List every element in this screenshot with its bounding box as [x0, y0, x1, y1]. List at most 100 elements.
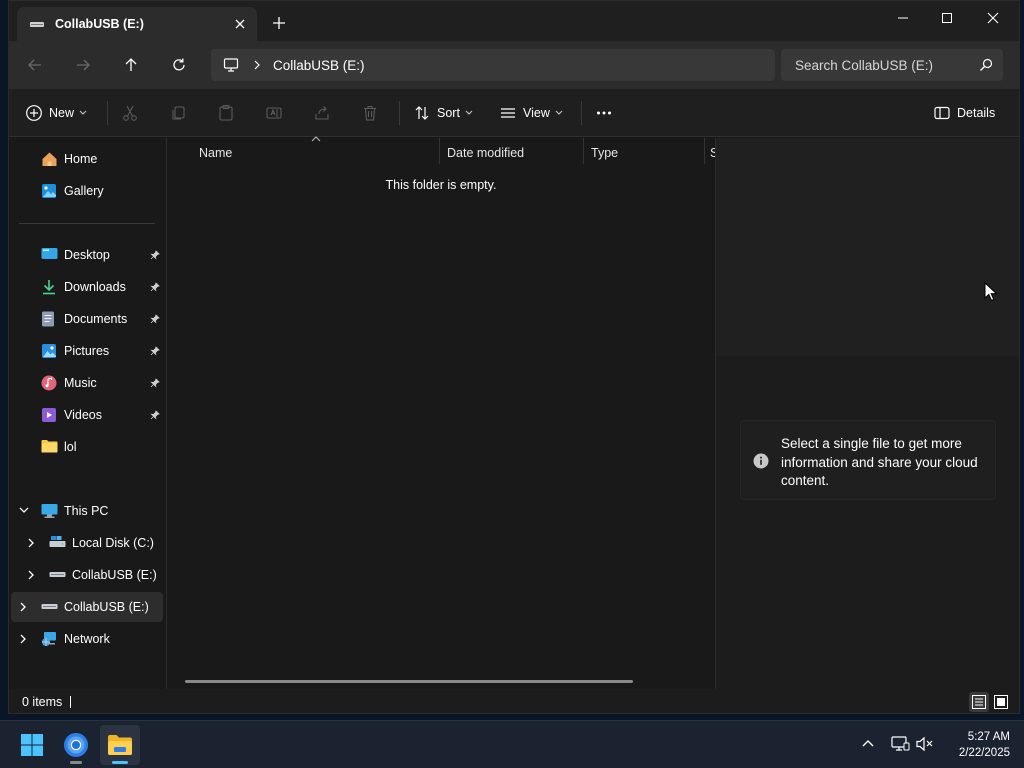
toolbar-divider: [581, 101, 582, 125]
pin-icon[interactable]: [150, 378, 160, 388]
pin-icon[interactable]: [150, 410, 160, 420]
tiles-view-icon: [994, 695, 1008, 709]
file-explorer-icon: [107, 733, 133, 757]
address-bar[interactable]: CollabUSB (E:): [211, 49, 775, 81]
details-view-icon: [972, 695, 986, 709]
column-header-name[interactable]: Name: [199, 142, 232, 164]
sidebar-item-label: Gallery: [64, 184, 104, 198]
minimize-button[interactable]: [881, 7, 925, 29]
column-header-date-modified[interactable]: Date modified: [447, 142, 524, 164]
forward-button[interactable]: [73, 55, 93, 75]
sort-button[interactable]: Sort: [413, 101, 473, 125]
details-view-button[interactable]: [969, 692, 989, 712]
toolbar-divider: [399, 101, 400, 125]
horizontal-scrollbar[interactable]: [185, 680, 633, 683]
copy-button[interactable]: [169, 101, 187, 125]
cut-button[interactable]: [121, 101, 139, 125]
sidebar-item-documents[interactable]: Documents: [9, 304, 165, 334]
tiles-view-button[interactable]: [991, 692, 1011, 712]
this-pc-icon[interactable]: [223, 57, 239, 73]
folder-icon: [41, 439, 58, 453]
clock-time: 5:27 AM: [967, 731, 1010, 743]
sidebar-item-collabusb-selected[interactable]: CollabUSB (E:): [11, 592, 163, 622]
new-tab-icon[interactable]: [271, 15, 287, 31]
start-button[interactable]: [12, 725, 52, 765]
view-label: View: [523, 106, 550, 120]
sidebar-divider: [19, 223, 155, 224]
network-status-icon[interactable]: [890, 735, 910, 753]
search-input[interactable]: Search CollabUSB (E:): [781, 49, 1003, 81]
add-icon: [25, 104, 43, 122]
chevron-right-icon[interactable]: [27, 570, 35, 580]
sidebar-item-lol[interactable]: lol: [9, 432, 165, 462]
title-bar: CollabUSB (E:): [9, 1, 1019, 41]
sidebar-item-label: Local Disk (C:): [72, 536, 154, 550]
sort-icon: [413, 104, 431, 122]
share-button[interactable]: [313, 101, 331, 125]
sidebar-item-network[interactable]: Network: [9, 624, 165, 654]
sidebar-item-label: Downloads: [64, 280, 126, 294]
sidebar-item-videos[interactable]: Videos: [9, 400, 165, 430]
network-icon: [41, 631, 58, 647]
sidebar-item-this-pc[interactable]: This PC: [9, 496, 165, 526]
breadcrumb-chevron-icon[interactable]: [253, 60, 261, 70]
file-list-pane[interactable]: Name Date modified Type S This folder is…: [167, 136, 715, 689]
breadcrumb-item[interactable]: CollabUSB (E:): [273, 58, 365, 73]
chevron-up-icon[interactable]: [861, 738, 875, 748]
column-header-type[interactable]: Type: [591, 142, 618, 164]
new-label: New: [49, 106, 75, 120]
chevron-down-icon: [465, 110, 473, 116]
paste-button[interactable]: [217, 101, 235, 125]
sidebar-item-collabusb[interactable]: CollabUSB (E:): [9, 560, 165, 590]
details-button[interactable]: Details: [933, 101, 995, 125]
view-button[interactable]: View: [499, 101, 563, 125]
back-button[interactable]: [25, 55, 45, 75]
maximize-button[interactable]: [925, 7, 969, 29]
taskbar: 5:27 AM 2/22/2025: [0, 720, 1024, 768]
more-options-button[interactable]: [595, 101, 613, 125]
taskbar-chrome[interactable]: [56, 725, 96, 765]
chevron-right-icon[interactable]: [19, 602, 27, 612]
chevron-down-icon: [79, 110, 87, 116]
sidebar-item-desktop[interactable]: Desktop: [9, 240, 165, 270]
chevron-down-icon[interactable]: [19, 506, 29, 514]
documents-icon: [41, 311, 55, 327]
tab-close-icon[interactable]: [231, 15, 249, 33]
empty-folder-message: This folder is empty.: [385, 178, 497, 192]
search-icon[interactable]: [979, 58, 993, 72]
refresh-button[interactable]: [169, 55, 189, 75]
chevron-right-icon[interactable]: [27, 538, 35, 548]
system-clock[interactable]: 5:27 AM 2/22/2025: [930, 729, 1010, 761]
rename-button[interactable]: [265, 101, 283, 125]
column-divider[interactable]: [583, 138, 584, 164]
pin-icon[interactable]: [150, 314, 160, 324]
up-button[interactable]: [121, 55, 141, 75]
pin-icon[interactable]: [150, 346, 160, 356]
usb-drive-icon: [41, 599, 58, 613]
close-button[interactable]: [971, 7, 1015, 29]
sidebar-item-local-disk[interactable]: Local Disk (C:): [9, 528, 165, 558]
clock-date: 2/22/2025: [958, 747, 1010, 759]
sidebar-item-gallery[interactable]: Gallery: [9, 176, 165, 206]
sidebar-item-music[interactable]: Music: [9, 368, 165, 398]
sidebar-item-label: Music: [64, 376, 97, 390]
sidebar-item-home[interactable]: Home: [9, 144, 165, 174]
windows-logo-icon: [20, 733, 44, 757]
delete-button[interactable]: [361, 101, 379, 125]
sidebar-item-label: CollabUSB (E:): [72, 568, 157, 582]
usb-drive-icon: [29, 16, 45, 32]
videos-icon: [41, 407, 57, 423]
column-divider[interactable]: [704, 138, 705, 164]
taskbar-file-explorer[interactable]: [100, 725, 140, 765]
sidebar-item-downloads[interactable]: Downloads: [9, 272, 165, 302]
chevron-right-icon[interactable]: [19, 634, 27, 644]
column-divider[interactable]: [439, 138, 440, 164]
sidebar-item-label: Documents: [64, 312, 128, 326]
new-button[interactable]: New: [25, 101, 87, 125]
command-bar: New Sort View Details: [9, 89, 1019, 137]
tab-collabusb[interactable]: CollabUSB (E:): [17, 7, 257, 41]
pin-icon[interactable]: [150, 250, 160, 260]
trash-icon: [361, 104, 379, 122]
sidebar-item-pictures[interactable]: Pictures: [9, 336, 165, 366]
pin-icon[interactable]: [150, 282, 160, 292]
